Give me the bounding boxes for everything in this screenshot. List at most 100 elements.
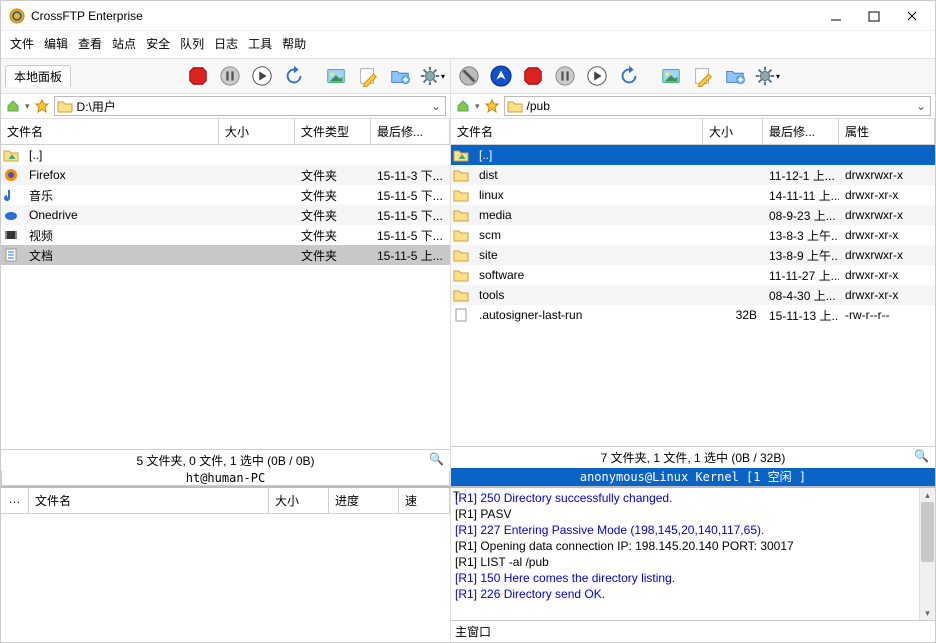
cell-mod [371, 154, 383, 156]
edit-button[interactable] [354, 62, 382, 90]
cell-attr: -rw-r--r-- [839, 307, 896, 323]
cell-size [703, 254, 763, 256]
connect-button[interactable] [487, 62, 515, 90]
col-speed[interactable]: 速 [399, 488, 450, 513]
col-size[interactable]: 大小 [219, 119, 295, 144]
menu-工具[interactable]: 工具 [245, 33, 275, 54]
image-button[interactable] [657, 62, 685, 90]
minimize-button[interactable] [827, 7, 845, 25]
col-name[interactable]: 文件名 [451, 119, 703, 144]
cell-name: linux [473, 187, 703, 203]
log-body[interactable]: [R1] 250 Directory successfully changed.… [451, 488, 935, 620]
left-path-input[interactable]: D:\用户 ⌄ [54, 96, 446, 116]
cell-size [703, 294, 763, 296]
file-row[interactable]: site13-8-9 上午...drwxrwxr-x [451, 245, 935, 265]
menu-站点[interactable]: 站点 [109, 33, 139, 54]
stop-button[interactable] [184, 62, 212, 90]
right-columns: 文件名 大小 最后修... 属性 [451, 119, 935, 145]
play-button[interactable] [248, 62, 276, 90]
right-file-list[interactable]: [..]dist11-12-1 上...drwxrwxr-xlinux14-11… [451, 145, 935, 446]
menu-查看[interactable]: 查看 [75, 33, 105, 54]
menu-安全[interactable]: 安全 [143, 33, 173, 54]
cell-size: 32B [703, 307, 763, 323]
new-folder-button[interactable] [721, 62, 749, 90]
log-tab[interactable]: 主窗口 [451, 620, 935, 642]
refresh-button[interactable] [615, 62, 643, 90]
cell-attr: drwxr-xr-x [839, 267, 904, 283]
file-row[interactable]: media08-9-23 上...drwxrwxr-x [451, 205, 935, 225]
left-connection-tab[interactable]: ht@human-PC [1, 471, 450, 486]
file-row[interactable]: .autosigner-last-run32B15-11-13 上...-rw-… [451, 305, 935, 325]
file-row[interactable]: software11-11-27 上...drwxr-xr-x [451, 265, 935, 285]
play-button[interactable] [583, 62, 611, 90]
settings-button[interactable]: ▾ [418, 62, 446, 90]
col-progress[interactable]: 进度 [329, 488, 399, 513]
right-path-input[interactable]: /pub ⌄ [504, 96, 931, 116]
file-row[interactable]: scm13-8-3 上午...drwxr-xr-x [451, 225, 935, 245]
image-button[interactable] [322, 62, 350, 90]
cell-size [219, 214, 295, 216]
home-icon[interactable] [5, 98, 21, 114]
file-row[interactable]: 文档文件夹15-11-5 上... [1, 245, 450, 265]
scroll-down-icon[interactable]: ▾ [920, 606, 935, 620]
local-tab[interactable]: 本地面板 [5, 65, 71, 87]
refresh-button[interactable] [280, 62, 308, 90]
pause-button[interactable] [216, 62, 244, 90]
close-button[interactable] [903, 7, 921, 25]
bookmark-icon[interactable] [34, 98, 50, 114]
cell-size [219, 234, 295, 236]
scroll-thumb[interactable] [921, 502, 934, 562]
right-connection-tab[interactable]: anonymous@Linux Kernel [1 空闲 ] [451, 468, 935, 486]
col-index[interactable]: … [1, 488, 29, 513]
disconnect-button[interactable] [455, 62, 483, 90]
scroll-up-icon[interactable]: ▴ [920, 488, 935, 502]
chevron-icon: ▾ [25, 101, 30, 112]
cell-mod: 11-12-1 上... [763, 166, 839, 185]
cell-name: Firefox [23, 167, 219, 183]
search-icon[interactable]: 🔍 [914, 449, 929, 463]
scrollbar[interactable]: ▴ ▾ [919, 488, 935, 620]
menu-编辑[interactable]: 编辑 [41, 33, 71, 54]
queue-body[interactable] [1, 514, 450, 642]
col-name[interactable]: 文件名 [1, 119, 219, 144]
pause-button[interactable] [551, 62, 579, 90]
col-attr[interactable]: 属性 [839, 119, 935, 144]
log-panel: T [R1] 250 Directory successfully change… [451, 488, 935, 642]
search-icon[interactable]: 🔍 [429, 452, 444, 466]
file-row[interactable]: 音乐文件夹15-11-5 下... [1, 185, 450, 205]
menu-队列[interactable]: 队列 [177, 33, 207, 54]
menu-日志[interactable]: 日志 [211, 33, 241, 54]
cell-name: .autosigner-last-run [473, 307, 703, 323]
file-row[interactable]: dist11-12-1 上...drwxrwxr-x [451, 165, 935, 185]
file-row[interactable]: Onedrive文件夹15-11-5 下... [1, 205, 450, 225]
new-folder-button[interactable] [386, 62, 414, 90]
dropdown-icon[interactable]: ⌄ [429, 99, 443, 113]
edit-button[interactable] [689, 62, 717, 90]
cell-mod: 11-11-27 上... [763, 266, 839, 285]
cell-type: 文件夹 [295, 226, 371, 245]
col-size[interactable]: 大小 [269, 488, 329, 513]
stop-button[interactable] [519, 62, 547, 90]
settings-button[interactable]: ▾ [753, 62, 781, 90]
menu-帮助[interactable]: 帮助 [279, 33, 309, 54]
right-toolbar: ▾ [451, 59, 935, 93]
folder-icon [507, 99, 523, 113]
file-row[interactable]: [..] [451, 145, 935, 165]
file-row[interactable]: Firefox文件夹15-11-3 下... [1, 165, 450, 185]
menu-文件[interactable]: 文件 [7, 33, 37, 54]
home-icon[interactable] [455, 98, 471, 114]
left-status: 5 文件夹, 0 文件, 1 选中 (0B / 0B)🔍 [1, 449, 450, 471]
dropdown-icon[interactable]: ⌄ [914, 99, 928, 113]
file-row[interactable]: linux14-11-11 上...drwxr-xr-x [451, 185, 935, 205]
maximize-button[interactable] [865, 7, 883, 25]
file-row[interactable]: 视频文件夹15-11-5 下... [1, 225, 450, 245]
col-name[interactable]: 文件名 [29, 488, 269, 513]
col-type[interactable]: 文件类型 [295, 119, 371, 144]
left-file-list[interactable]: [..]Firefox文件夹15-11-3 下...音乐文件夹15-11-5 下… [1, 145, 450, 449]
file-row[interactable]: [..] [1, 145, 450, 165]
col-size[interactable]: 大小 [703, 119, 763, 144]
file-row[interactable]: tools08-4-30 上...drwxr-xr-x [451, 285, 935, 305]
col-mod[interactable]: 最后修... [763, 119, 839, 144]
col-mod[interactable]: 最后修... [371, 119, 450, 144]
bookmark-icon[interactable] [484, 98, 500, 114]
